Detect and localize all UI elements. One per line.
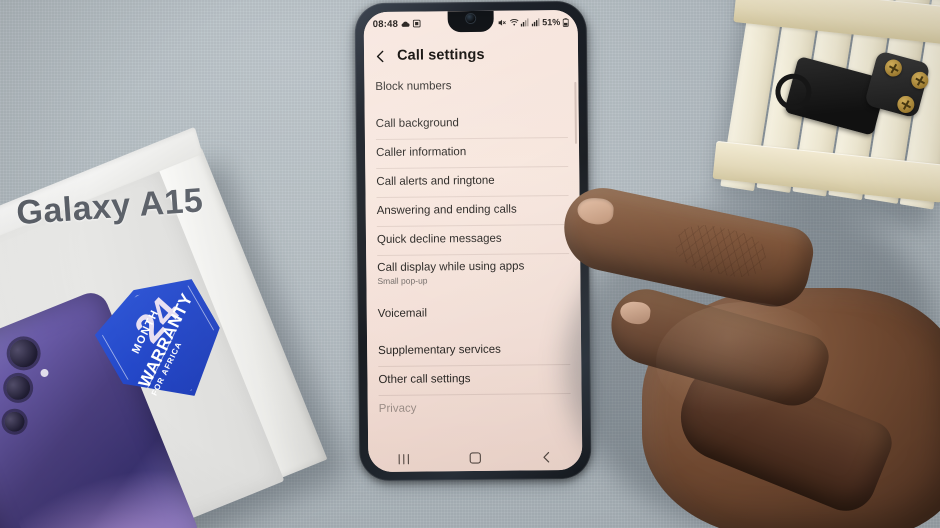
scene: Galaxy A15 24 MONTH WARRANTY FOR AFRICA	[0, 0, 940, 528]
desk-vignette	[0, 0, 940, 528]
